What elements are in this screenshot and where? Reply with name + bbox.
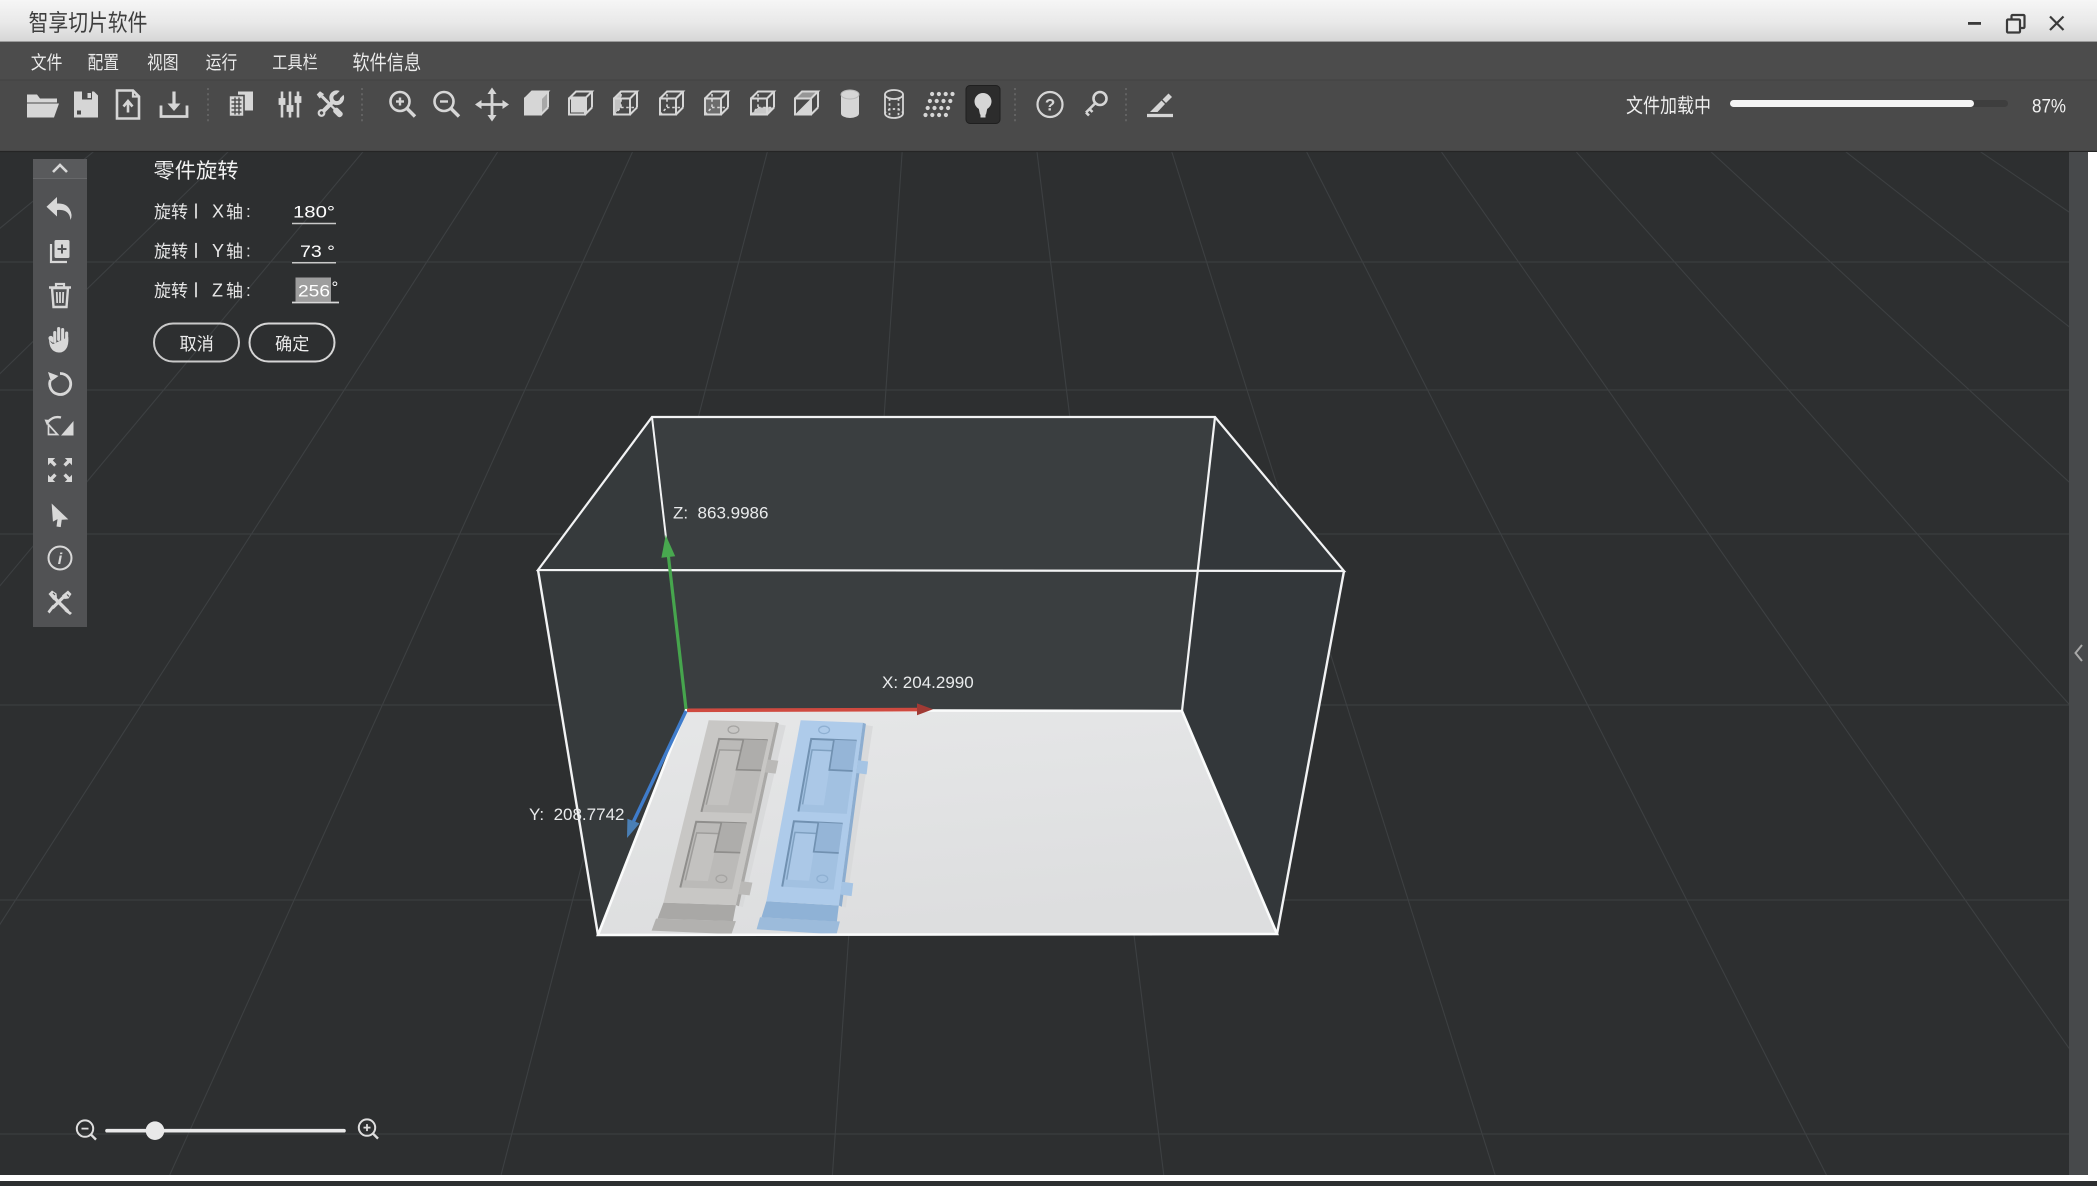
svg-text:Y: 208.7742: Y: 208.7742 (529, 805, 624, 824)
svg-text:180°: 180° (293, 204, 335, 222)
svg-text:Y: Y (212, 241, 224, 261)
svg-text:87%: 87% (2032, 97, 2066, 118)
svg-text::: : (246, 241, 251, 260)
svg-text:Z: 863.9986: Z: 863.9986 (673, 504, 768, 523)
svg-text:X: 204.2990: X: 204.2990 (882, 673, 974, 692)
svg-text:256: 256 (298, 283, 330, 301)
svg-text:i: i (58, 551, 63, 568)
svg-text::: : (246, 202, 251, 221)
svg-text:X: X (212, 202, 224, 222)
svg-text:Z: Z (212, 280, 223, 300)
svg-text::: : (246, 281, 251, 300)
svg-text:°: ° (332, 278, 339, 297)
svg-text:73 °: 73 ° (300, 243, 335, 261)
svg-text:?: ? (1045, 96, 1055, 115)
